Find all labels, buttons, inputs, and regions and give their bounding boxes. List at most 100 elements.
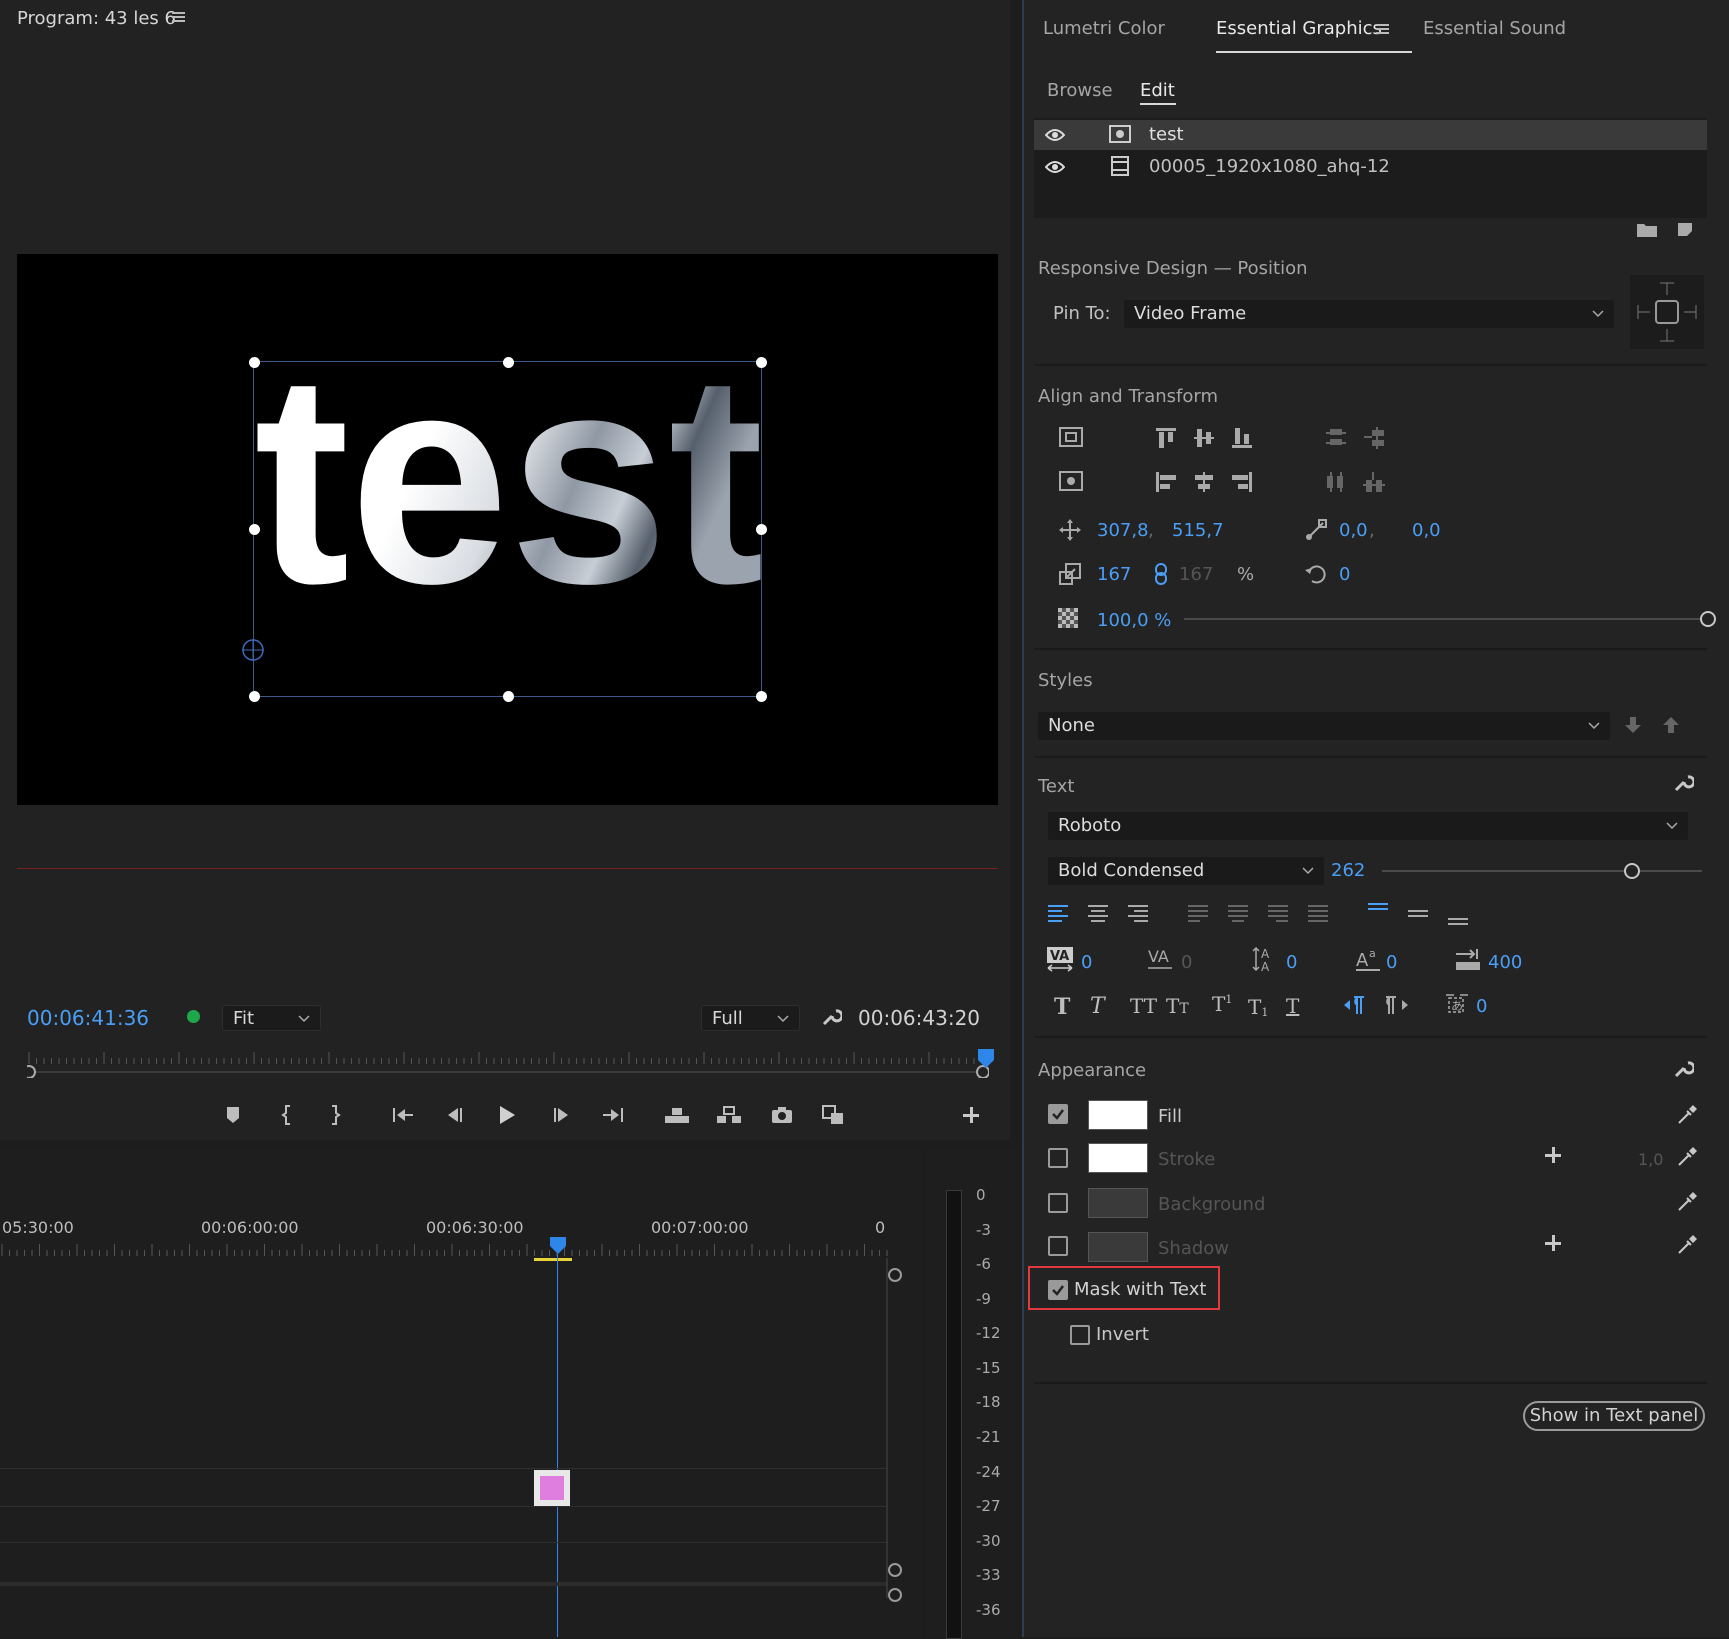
eyedropper-icon[interactable] [1676,1104,1698,1126]
font-style-dropdown[interactable]: Bold Condensed [1048,857,1324,885]
sync-style-up-icon[interactable] [1662,715,1680,735]
extract-icon[interactable] [714,1100,744,1130]
shadow-checkbox[interactable] [1048,1236,1068,1256]
push-style-down-icon[interactable] [1624,715,1642,735]
export-frame-icon[interactable] [767,1100,797,1130]
styles-dropdown[interactable]: None [1038,712,1610,740]
all-caps-icon[interactable]: TT [1130,994,1157,1018]
new-group-folder-icon[interactable] [1636,220,1658,238]
font-size-slider-track[interactable] [1382,863,1702,879]
selection-bounding-box[interactable] [249,357,767,702]
justify-all-icon[interactable] [1306,902,1330,924]
justify-last-center-icon[interactable] [1226,902,1250,924]
align-text-left-icon[interactable] [1046,902,1070,924]
fill-color-swatch[interactable] [1088,1100,1148,1130]
resize-handle[interactable] [249,524,260,535]
scrub-ruler[interactable] [27,1048,989,1078]
eyedropper-icon[interactable] [1676,1191,1698,1213]
tracking-value[interactable]: 0 [1181,952,1192,973]
align-top-icon[interactable] [1154,426,1178,450]
layer-row[interactable]: 00005_1920x1080_ahq-12 [1034,152,1707,182]
kerning-value[interactable]: 0 [1081,952,1092,973]
rtl-text-icon[interactable] [1382,994,1410,1016]
current-timecode[interactable]: 00:06:41:36 [27,1006,149,1030]
opacity-value[interactable]: 100,0 % [1097,610,1171,631]
pin-to-dropdown[interactable]: Video Frame [1124,300,1614,328]
faux-italic-icon[interactable]: T [1090,994,1105,1019]
shadow-color-swatch[interactable] [1088,1232,1148,1262]
align-text-center-icon[interactable] [1086,902,1110,924]
vertical-scrollbar[interactable] [886,1258,888,1598]
layer-row-selected[interactable]: test [1034,120,1707,150]
superscript-icon[interactable]: T1 [1212,992,1232,1016]
scroll-handle[interactable] [888,1588,902,1602]
invert-checkbox[interactable] [1070,1325,1090,1345]
add-button-icon[interactable] [956,1100,986,1130]
subscript-icon[interactable]: T1 [1248,994,1268,1020]
baseline-shift-value[interactable]: 0 [1386,952,1397,973]
distribute-right-icon[interactable] [1362,470,1386,496]
tab-edit[interactable]: Edit [1140,80,1175,101]
lift-icon[interactable] [662,1100,692,1130]
distribute-horizontal-icon[interactable] [1324,470,1348,494]
resize-handle[interactable] [249,357,260,368]
align-text-bottom-icon[interactable] [1446,906,1470,928]
playback-resolution-dropdown[interactable]: Full [701,1005,800,1031]
background-checkbox[interactable] [1048,1193,1068,1213]
align-text-right-icon[interactable] [1126,902,1150,924]
go-to-in-icon[interactable] [388,1100,418,1130]
resize-handle[interactable] [756,357,767,368]
tab-width-value[interactable]: 400 [1488,952,1522,973]
add-stroke-icon[interactable] [1544,1146,1562,1164]
align-text-middle-icon[interactable] [1406,902,1430,924]
resize-handle[interactable] [502,357,514,368]
eyedropper-icon[interactable] [1676,1146,1698,1168]
panel-menu-icon[interactable] [172,9,186,25]
new-layer-icon[interactable] [1676,220,1694,238]
step-back-icon[interactable] [440,1100,470,1130]
font-size-slider-thumb[interactable] [1623,863,1640,879]
anchor-point-icon[interactable] [241,638,265,662]
mark-out-icon[interactable] [320,1100,350,1130]
justify-last-left-icon[interactable] [1186,902,1210,924]
font-size-value[interactable]: 262 [1331,860,1365,881]
playhead-marker[interactable] [977,1048,995,1070]
fill-checkbox[interactable] [1048,1104,1068,1124]
background-color-swatch[interactable] [1088,1188,1148,1218]
step-forward-icon[interactable] [546,1100,576,1130]
show-in-text-panel-button[interactable]: Show in Text panel [1523,1401,1705,1431]
wrench-icon[interactable] [1672,772,1694,794]
ltr-text-icon[interactable] [1342,994,1370,1016]
align-to-video-frame-icon[interactable] [1058,470,1084,492]
program-title[interactable]: Program: 43 les 6 [17,8,176,29]
distribute-vertical-icon[interactable] [1324,426,1348,450]
zoom-dropdown[interactable]: Fit [222,1005,321,1031]
scroll-handle-bottom[interactable] [888,1563,902,1577]
eyedropper-icon[interactable] [1676,1234,1698,1256]
tab-essential-sound[interactable]: Essential Sound [1423,18,1566,39]
opacity-slider-thumb[interactable] [1700,611,1716,627]
tab-lumetri-color[interactable]: Lumetri Color [1043,18,1165,39]
anchor-x-value[interactable]: 0,0 [1339,520,1368,541]
wrench-icon[interactable] [820,1006,842,1028]
align-horizontal-center-icon[interactable] [1192,470,1216,494]
play-icon[interactable] [492,1100,522,1130]
mark-in-icon[interactable] [272,1100,302,1130]
mask-with-text-checkbox[interactable] [1048,1280,1068,1300]
align-left-icon[interactable] [1154,470,1178,494]
graphic-clip[interactable] [534,1470,570,1506]
stroke-checkbox[interactable] [1048,1148,1068,1168]
align-right-icon[interactable] [1230,470,1254,494]
align-text-top-icon[interactable] [1366,900,1390,922]
position-x-value[interactable]: 307,8 [1097,520,1149,541]
underline-icon[interactable]: T [1286,994,1299,1018]
add-marker-icon[interactable] [218,1100,248,1130]
scroll-handle-top[interactable] [888,1268,902,1282]
anchor-y-value[interactable]: 0,0 [1412,520,1441,541]
stroke-color-swatch[interactable] [1088,1143,1148,1173]
comparison-view-icon[interactable] [819,1100,849,1130]
timeline-playhead[interactable] [549,1236,567,1256]
position-y-value[interactable]: 515,7 [1172,520,1224,541]
stroke-width-value[interactable]: 1,0 [1638,1150,1663,1169]
add-shadow-icon[interactable] [1544,1234,1562,1252]
